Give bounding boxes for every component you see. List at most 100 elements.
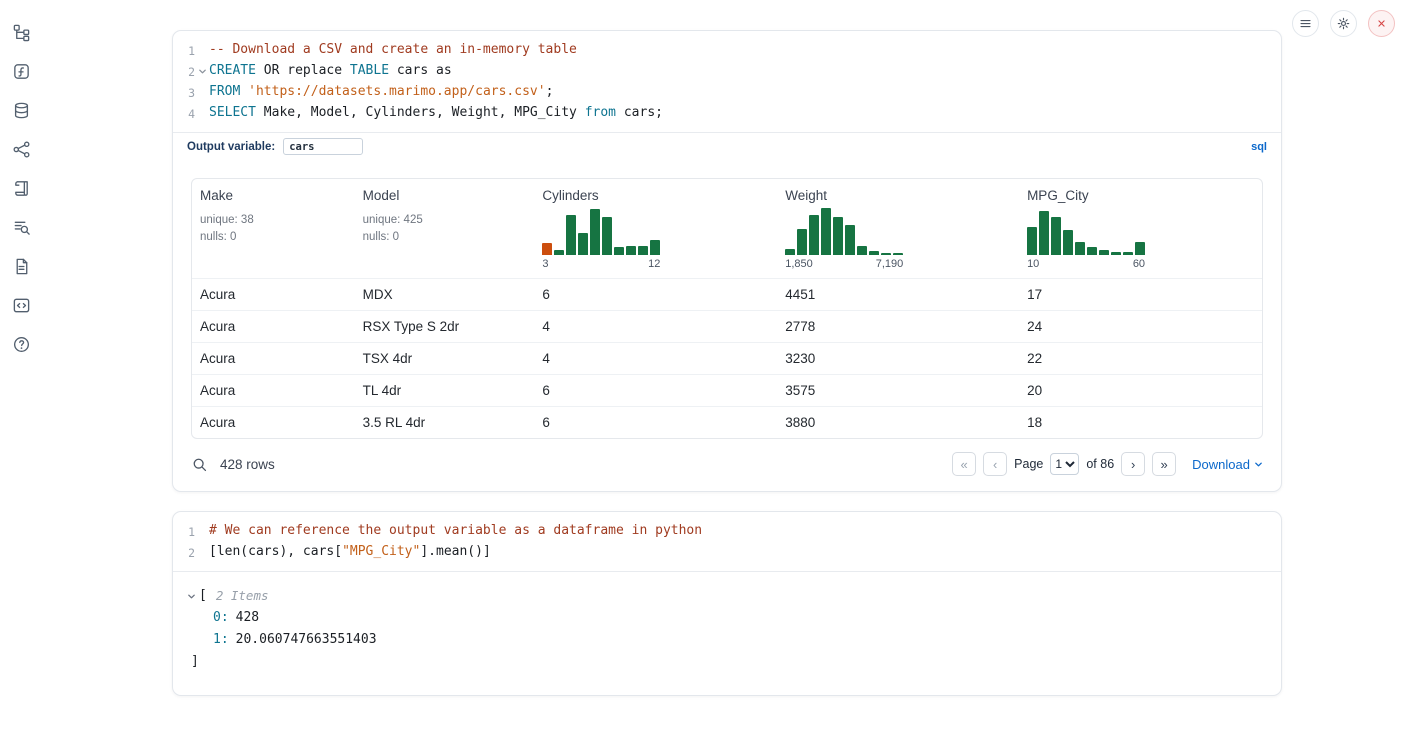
tree-close-line: ] xyxy=(187,651,1267,673)
code-line: 2CREATE OR replace TABLE cars as xyxy=(173,61,1281,82)
menu-button[interactable] xyxy=(1292,10,1319,37)
pagination: « ‹ Page 1 of 86 › » xyxy=(952,452,1176,476)
first-page-button[interactable]: « xyxy=(952,452,976,476)
page-select[interactable]: 1 xyxy=(1050,453,1079,475)
download-button[interactable]: Download xyxy=(1192,457,1263,472)
table-cell: RSX Type S 2dr xyxy=(355,311,535,342)
table-cell: Acura xyxy=(192,375,355,406)
column-stat: nulls: 0 xyxy=(200,229,347,246)
histogram-bar xyxy=(602,217,612,255)
table-cell: 4 xyxy=(534,311,777,342)
row-count: 428 rows xyxy=(220,457,275,472)
sidebar-file-explorer-button[interactable] xyxy=(8,20,34,44)
output-variable-row: Output variable: sql xyxy=(173,132,1281,161)
settings-button[interactable] xyxy=(1330,10,1357,37)
hamburger-icon xyxy=(1298,16,1313,31)
histogram-bar xyxy=(1039,211,1049,255)
topbar-controls xyxy=(1292,10,1395,37)
code-token: FROM xyxy=(209,84,240,99)
code-token xyxy=(240,84,248,99)
next-page-button[interactable]: › xyxy=(1121,452,1145,476)
code-token: CREATE xyxy=(209,63,256,78)
histogram-bars xyxy=(1027,207,1145,255)
histogram-bar xyxy=(893,253,903,255)
histogram-bar xyxy=(785,249,795,255)
sql-code-editor[interactable]: 1-- Download a CSV and create an in-memo… xyxy=(173,31,1281,132)
table-cell: 4 xyxy=(534,343,777,374)
sidebar-scratchpad-button[interactable] xyxy=(8,59,34,83)
entry-value: 20.060747663551403 xyxy=(236,629,377,651)
table-row: AcuraTL 4dr6357520 xyxy=(192,374,1262,406)
collapse-chevron-icon[interactable] xyxy=(187,592,196,601)
sql-cell: 1 -- Download a CSV and create an in-memo… xyxy=(172,30,1282,492)
fold-spacer xyxy=(195,103,209,124)
sidebar-documentation-button[interactable] xyxy=(8,254,34,278)
histogram-bar xyxy=(821,208,831,255)
search-icon[interactable] xyxy=(191,456,208,473)
column-header-model[interactable]: Model unique: 425nulls: 0 xyxy=(355,179,535,278)
code-token: "MPG_City" xyxy=(342,544,420,559)
table-cell: 3880 xyxy=(777,407,1019,438)
column-histogram: 312 xyxy=(542,207,660,270)
column-header-make[interactable]: Makeunique: 38nulls: 0 xyxy=(192,179,355,278)
code-token: SELECT xyxy=(209,105,256,120)
output-variable-input[interactable] xyxy=(283,138,363,155)
code-line: 4SELECT Make, Model, Cylinders, Weight, … xyxy=(173,103,1281,124)
items-count-label: 2 Items xyxy=(216,585,269,607)
sidebar xyxy=(8,20,34,356)
histogram-min-label: 10 xyxy=(1027,258,1039,270)
column-header-weight[interactable]: Weight1,8507,190 xyxy=(777,179,1019,278)
fold-spacer xyxy=(195,82,209,103)
table-cell: 17 xyxy=(1019,279,1262,310)
code-text: [len(cars), cars["MPG_City"].mean()] xyxy=(209,542,491,563)
code-line: 3FROM 'https://datasets.marimo.app/cars.… xyxy=(173,82,1281,103)
sidebar-logs-button[interactable] xyxy=(8,215,34,239)
close-icon xyxy=(1375,17,1388,30)
histogram-bar xyxy=(1135,242,1145,255)
histogram-bar xyxy=(1075,242,1085,255)
table-cell: 3575 xyxy=(777,375,1019,406)
code-text: # We can reference the output variable a… xyxy=(209,521,702,542)
table-row: AcuraTSX 4dr4323022 xyxy=(192,342,1262,374)
fold-spacer xyxy=(195,542,209,563)
table-row: AcuraMDX6445117 xyxy=(192,278,1262,310)
code-token: -- Download a CSV and create an in-memor… xyxy=(209,42,577,57)
tree-entry: 1: 20.060747663551403 xyxy=(187,629,1267,651)
last-page-button[interactable]: » xyxy=(1152,452,1176,476)
sidebar-help-button[interactable] xyxy=(8,332,34,356)
line-number: 1 xyxy=(173,521,195,542)
code-token: ].mean()] xyxy=(420,544,490,559)
table-footer: 428 rows « ‹ Page 1 of 86 › » Download xyxy=(173,439,1281,491)
column-stats: unique: 425nulls: 0 xyxy=(363,212,527,245)
entry-value: 428 xyxy=(236,607,259,629)
histogram-bar xyxy=(578,233,588,255)
histogram-bar xyxy=(638,246,648,255)
sidebar-dependency-graph-button[interactable] xyxy=(8,137,34,161)
line-number: 2 xyxy=(173,61,195,82)
column-stat: nulls: 0 xyxy=(363,229,527,246)
entry-key: 1: xyxy=(213,629,229,651)
table-cell: TL 4dr xyxy=(355,375,535,406)
document-icon xyxy=(12,257,31,276)
table-cell: 2778 xyxy=(777,311,1019,342)
fold-chevron-icon[interactable] xyxy=(195,61,209,82)
sidebar-datasources-button[interactable] xyxy=(8,98,34,122)
cell-output: [2 Items0:4281:20.060747663551403] xyxy=(173,571,1281,695)
column-header-cylinders[interactable]: Cylinders312 xyxy=(534,179,777,278)
column-header-mpg_city[interactable]: MPG_City1060 xyxy=(1019,179,1262,278)
histogram-axis: 10 60 xyxy=(1027,258,1145,270)
code-token: ; xyxy=(546,84,554,99)
prev-page-button[interactable]: ‹ xyxy=(983,452,1007,476)
graph-icon xyxy=(12,140,31,159)
code-line: 2[len(cars), cars["MPG_City"].mean()] xyxy=(173,542,1281,563)
sidebar-outline-button[interactable] xyxy=(8,176,34,200)
histogram-bar xyxy=(554,250,564,255)
python-code-editor[interactable]: 1 # We can reference the output variable … xyxy=(173,512,1281,571)
histogram-max-label: 60 xyxy=(1133,258,1145,270)
shutdown-button[interactable] xyxy=(1368,10,1395,37)
column-label: Model xyxy=(363,188,527,203)
histogram-bars xyxy=(785,207,903,255)
column-histogram: 10 60 xyxy=(1027,207,1145,270)
histogram-bar xyxy=(1063,230,1073,255)
sidebar-snippets-button[interactable] xyxy=(8,293,34,317)
